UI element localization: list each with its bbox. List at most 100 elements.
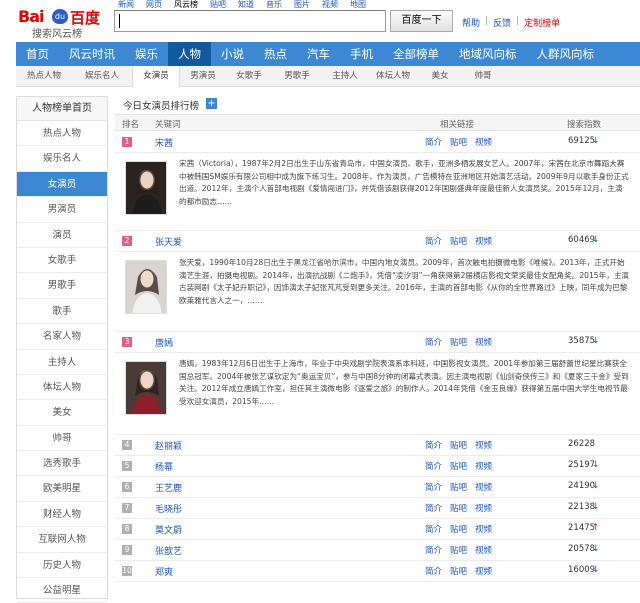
- main-nav-tab[interactable]: 人群风向标: [527, 42, 605, 66]
- sidebar-item[interactable]: 女歌手: [17, 248, 107, 274]
- video-link[interactable]: 视频: [475, 502, 492, 514]
- video-link[interactable]: 视频: [475, 523, 492, 535]
- main-nav-tab[interactable]: 风云时讯: [59, 42, 125, 66]
- tieba-link[interactable]: 贴吧: [450, 336, 467, 348]
- sub-nav-tab[interactable]: 娱乐名人: [72, 66, 132, 87]
- search-index: 22138: [568, 502, 596, 512]
- search-button[interactable]: 百度一下: [390, 10, 453, 32]
- tieba-link[interactable]: 贴吧: [450, 523, 467, 535]
- sidebar-item[interactable]: 男演员: [17, 197, 107, 223]
- intro-link[interactable]: 简介: [425, 336, 442, 348]
- top-nav-link[interactable]: 音乐: [266, 0, 282, 9]
- top-nav-link[interactable]: 网页: [146, 0, 162, 9]
- sidebar-item[interactable]: 选秀歌手: [17, 451, 107, 477]
- tieba-link[interactable]: 贴吧: [450, 481, 467, 493]
- sidebar-item[interactable]: 历史人物: [17, 553, 107, 579]
- top-nav-link[interactable]: 风云榜: [174, 0, 198, 9]
- tieba-link[interactable]: 贴吧: [450, 502, 467, 514]
- keyword-link[interactable]: 毛晓彤: [155, 502, 182, 515]
- sidebar-item[interactable]: 体坛人物: [17, 375, 107, 401]
- main-nav-tab[interactable]: 地域风向标: [449, 42, 527, 66]
- sidebar-item[interactable]: 互联网人物: [17, 527, 107, 553]
- sidebar-header[interactable]: 人物榜单首页: [17, 97, 107, 121]
- intro-link[interactable]: 简介: [425, 235, 442, 247]
- baidu-logo[interactable]: Bai du 百度 搜索风云榜: [18, 7, 108, 40]
- sub-nav-tab[interactable]: 帅哥: [462, 66, 504, 87]
- intro-link[interactable]: 简介: [425, 481, 442, 493]
- video-link[interactable]: 视频: [475, 481, 492, 493]
- intro-link[interactable]: 简介: [425, 460, 442, 472]
- sidebar-item[interactable]: 娱乐名人: [17, 146, 107, 172]
- tieba-link[interactable]: 贴吧: [450, 544, 467, 556]
- intro-link[interactable]: 简介: [425, 502, 442, 514]
- sub-nav-tab[interactable]: 主持人: [322, 66, 368, 87]
- top-nav-link[interactable]: 贴吧: [210, 0, 226, 9]
- help-link[interactable]: 帮助: [462, 16, 480, 29]
- sidebar-item[interactable]: 男歌手: [17, 273, 107, 299]
- keyword-link[interactable]: 赵丽颖: [155, 439, 182, 452]
- intro-link[interactable]: 简介: [425, 523, 442, 535]
- search-input[interactable]: [114, 10, 386, 32]
- sidebar-item[interactable]: 歌手: [17, 299, 107, 325]
- sub-nav-tab[interactable]: 男歌手: [272, 66, 322, 87]
- sidebar-item[interactable]: 欧美明星: [17, 476, 107, 502]
- sidebar-item[interactable]: 财经人物: [17, 502, 107, 528]
- video-link[interactable]: 视频: [475, 565, 492, 577]
- main-nav-tab[interactable]: 热点: [254, 42, 297, 66]
- keyword-link[interactable]: 郑爽: [155, 565, 173, 578]
- subscribe-link[interactable]: 定制榜单: [524, 16, 560, 29]
- sub-nav-tab[interactable]: 体坛人物: [368, 66, 418, 87]
- sidebar-item[interactable]: 名家人物: [17, 324, 107, 350]
- sub-nav-tab[interactable]: 美女: [418, 66, 462, 87]
- top-nav-link[interactable]: 新闻: [118, 0, 134, 9]
- video-link[interactable]: 视频: [475, 544, 492, 556]
- sub-nav-tab[interactable]: 女演员: [132, 66, 180, 87]
- top-nav-link[interactable]: 地图: [350, 0, 366, 9]
- sub-nav-tab[interactable]: 男演员: [180, 66, 226, 87]
- sidebar-item[interactable]: 主持人: [17, 350, 107, 375]
- sub-nav-tab[interactable]: 热点人物: [16, 66, 72, 87]
- keyword-link[interactable]: 王艺鹿: [155, 481, 182, 494]
- table-row: 3 唐嫣 简介 贴吧 视频 35875 ↓: [115, 332, 640, 353]
- main-nav-tab[interactable]: 娱乐: [125, 42, 168, 66]
- main-nav-tab[interactable]: 手机: [340, 42, 383, 66]
- video-link[interactable]: 视频: [475, 460, 492, 472]
- main-nav-tab[interactable]: 汽车: [297, 42, 340, 66]
- tieba-link[interactable]: 贴吧: [450, 136, 467, 148]
- tieba-link[interactable]: 贴吧: [450, 460, 467, 472]
- video-link[interactable]: 视频: [475, 336, 492, 348]
- keyword-link[interactable]: 张歆艺: [155, 544, 182, 557]
- feedback-link[interactable]: 反馈: [493, 16, 511, 29]
- main-nav-tab[interactable]: 小说: [211, 42, 254, 66]
- video-link[interactable]: 视频: [475, 439, 492, 451]
- plus-icon[interactable]: +: [206, 98, 217, 109]
- top-nav-link[interactable]: 图片: [294, 0, 310, 9]
- intro-link[interactable]: 简介: [425, 544, 442, 556]
- keyword-link[interactable]: 张天爱: [155, 235, 182, 248]
- keyword-link[interactable]: 杨幂: [155, 460, 173, 473]
- sidebar-item[interactable]: 帅哥: [17, 426, 107, 452]
- main-nav-tab[interactable]: 人物: [168, 42, 211, 66]
- main-nav-tab[interactable]: 首页: [16, 42, 59, 66]
- sidebar-item[interactable]: 公益明星: [17, 578, 107, 603]
- top-nav-link[interactable]: 知道: [238, 0, 254, 9]
- sidebar-item[interactable]: 热点人物: [17, 121, 107, 147]
- intro-link[interactable]: 简介: [425, 565, 442, 577]
- tieba-link[interactable]: 贴吧: [450, 565, 467, 577]
- top-nav-link[interactable]: 视频: [322, 0, 338, 9]
- sidebar-item[interactable]: 演员: [17, 223, 107, 248]
- down-arrow-icon: ↓: [592, 235, 600, 245]
- tieba-link[interactable]: 贴吧: [450, 439, 467, 451]
- sub-nav-tab[interactable]: 女歌手: [226, 66, 272, 87]
- keyword-link[interactable]: 莫文蔚: [155, 523, 182, 536]
- keyword-link[interactable]: 唐嫣: [155, 336, 173, 349]
- video-link[interactable]: 视频: [475, 235, 492, 247]
- intro-link[interactable]: 简介: [425, 439, 442, 451]
- sidebar-item[interactable]: 美女: [17, 400, 107, 426]
- sidebar-item[interactable]: 女演员: [17, 171, 107, 198]
- tieba-link[interactable]: 贴吧: [450, 235, 467, 247]
- video-link[interactable]: 视频: [475, 136, 492, 148]
- main-nav-tab[interactable]: 全部榜单: [383, 42, 449, 66]
- intro-link[interactable]: 简介: [425, 136, 442, 148]
- keyword-link[interactable]: 宋茜: [155, 136, 173, 149]
